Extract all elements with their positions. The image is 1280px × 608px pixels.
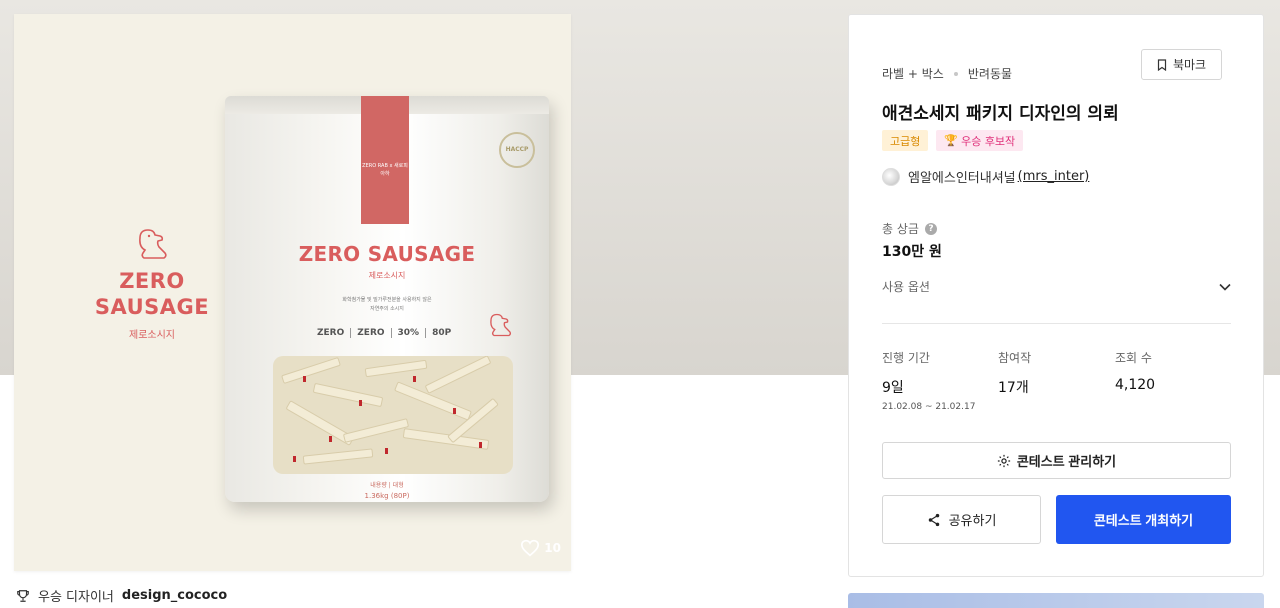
pouch-stat: ZERO — [357, 328, 392, 338]
logo-line-2: SAUSAGE — [94, 295, 210, 319]
share-icon — [928, 513, 939, 526]
award-badge: 🏆 우승 후보작 — [936, 130, 1024, 151]
prize-value: 130만 원 — [882, 244, 942, 260]
prize-label-text: 총 상금 — [882, 222, 919, 236]
pouch-window — [273, 356, 513, 474]
participants-label: 참여작 — [998, 351, 1032, 365]
pouch-weight-value: 1.36kg (80P) — [364, 492, 410, 500]
trophy-icon — [17, 589, 29, 602]
contest-info-card: 라벨 + 박스 반려동물 북마크 애견소세지 패키지 디자인의 의뢰 고급형 🏆… — [848, 14, 1264, 577]
host-id-link[interactable]: (mrs_inter) — [1018, 169, 1090, 184]
breadcrumb: 라벨 + 박스 반려동물 — [882, 65, 1012, 82]
bookmark-label: 북마크 — [1172, 58, 1207, 72]
views-label: 조회 수 — [1115, 351, 1152, 365]
help-icon[interactable]: ? — [924, 222, 937, 235]
manage-contest-label: 콘테스트 관리하기 — [1016, 454, 1117, 469]
dog-icon — [139, 229, 167, 259]
host-info: 엠알에스인터내셔널 (mrs_inter) — [882, 167, 1089, 186]
like-count: 10 — [544, 541, 561, 555]
prize-label: 총 상금 ? — [882, 220, 937, 237]
category-label[interactable]: 라벨 + 박스 — [882, 65, 944, 82]
open-contest-button[interactable]: 콘테스트 개최하기 — [1056, 495, 1231, 544]
pouch-stat: 80P — [432, 328, 452, 338]
chevron-down-icon — [1219, 283, 1231, 291]
pouch-weight: 내용량 | 대형 1.36kg (80P) — [225, 480, 549, 500]
period-label: 진행 기간 — [882, 351, 930, 365]
bookmark-button[interactable]: 북마크 — [1141, 49, 1222, 80]
contest-title: 애견소세지 패키지 디자인의 의뢰 — [882, 104, 1119, 124]
award-badge-label: 우승 후보작 — [961, 134, 1016, 148]
badges: 고급형 🏆 우승 후보작 — [882, 130, 1024, 151]
stat-period: 진행 기간 9일 21.02.08 ~ 21.02.17 — [882, 349, 975, 412]
subcategory-label[interactable]: 반려동물 — [968, 65, 1012, 82]
pouch-stats: ZERO ZERO 30% 80P — [317, 328, 457, 338]
pouch-stat: ZERO — [317, 328, 352, 338]
pouch-desc-line1: 화학첨가물 및 밀가루전분을 사용하지 않은 — [342, 297, 432, 303]
trophy-icon: 🏆 — [944, 134, 959, 147]
heart-icon — [521, 539, 540, 557]
period-value: 9일 — [882, 380, 904, 396]
level-badge: 고급형 — [882, 130, 929, 151]
views-value: 4,120 — [1115, 377, 1156, 393]
haccp-badge: HACCP — [499, 132, 535, 168]
pouch-stat: 30% — [398, 328, 427, 338]
product-image[interactable]: ZERO SAUSAGE 제로소시지 ZERO RAB x 새로피아하 HACC… — [14, 14, 571, 571]
share-label: 공유하기 — [948, 513, 997, 528]
breadcrumb-separator — [953, 71, 958, 76]
brand-logo: ZERO SAUSAGE 제로소시지 — [72, 224, 232, 341]
winner-label: 우승 디자이너 — [38, 590, 114, 605]
stat-views: 조회 수 4,120 — [1115, 349, 1155, 393]
manage-contest-button[interactable]: 콘테스트 관리하기 — [882, 442, 1231, 479]
options-label: 사용 옵션 — [882, 280, 930, 294]
like-button[interactable]: 10 — [520, 539, 561, 557]
winner-designer: 우승 디자이너 design_cococo — [16, 586, 227, 605]
logo-line-1: ZERO — [119, 269, 185, 293]
participants-value: 17개 — [998, 380, 1029, 396]
divider — [882, 323, 1231, 324]
period-range: 21.02.08 ~ 21.02.17 — [882, 402, 976, 412]
winner-name[interactable]: design_cococo — [122, 588, 227, 603]
stat-participants: 참여작 17개 — [998, 349, 1031, 397]
avatar — [882, 167, 900, 186]
product-pouch: ZERO RAB x 새로피아하 HACCP ZERO SAUSAGE 제로소시… — [225, 96, 549, 502]
next-card-preview — [848, 593, 1264, 608]
bookmark-icon — [1157, 58, 1167, 71]
gear-icon — [997, 454, 1010, 467]
options-dropdown[interactable]: 사용 옵션 — [882, 278, 1231, 295]
pouch-ribbon: ZERO RAB x 새로피아하 — [361, 96, 409, 224]
logo-sub: 제로소시지 — [129, 330, 175, 341]
pouch-title: ZERO SAUSAGE — [298, 242, 476, 266]
host-name: 엠알에스인터내셔널 — [908, 171, 1016, 186]
pouch-weight-label: 내용량 | 대형 — [370, 482, 404, 489]
dog-icon — [490, 313, 512, 337]
share-button[interactable]: 공유하기 — [882, 495, 1041, 544]
pouch-subtitle: 제로소시지 — [368, 271, 406, 280]
